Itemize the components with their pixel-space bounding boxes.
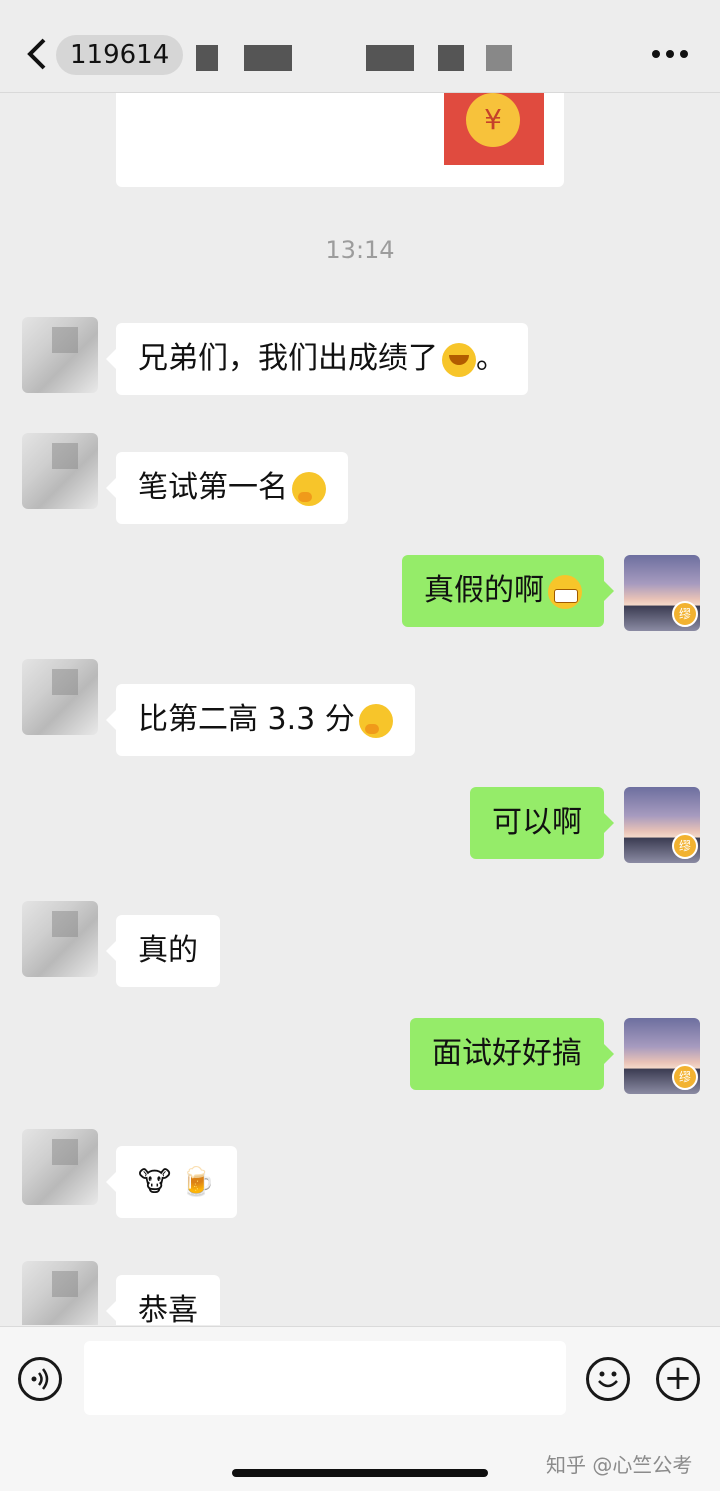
emoji-face-icon[interactable] <box>586 1357 630 1401</box>
message-text: 🐮 🍺 <box>138 1165 215 1198</box>
avatar[interactable] <box>22 433 98 509</box>
grin-emoji-icon <box>548 574 582 609</box>
redacted-title-block <box>486 45 512 71</box>
more-icon[interactable] <box>648 44 692 64</box>
message-bubble[interactable]: 可以啊 <box>470 787 614 859</box>
self-avatar[interactable]: 缪 <box>624 1018 700 1094</box>
red-packet-coin: ¥ <box>466 93 520 147</box>
message-bubble[interactable]: 真的 <box>106 915 220 987</box>
plus-icon[interactable]: + <box>656 1357 700 1401</box>
message-bubble[interactable]: 兄弟们，我们出成绩了 。 <box>106 323 528 395</box>
avatar[interactable] <box>22 317 98 393</box>
thinking-emoji-icon <box>292 471 326 506</box>
redacted-title-block <box>366 45 414 71</box>
self-avatar[interactable]: 缪 <box>624 787 700 863</box>
message-bubble[interactable]: 笔试第一名 <box>106 452 348 524</box>
message-text: 兄弟们，我们出成绩了 <box>138 341 438 376</box>
redacted-title-block <box>196 45 218 71</box>
avatar-badge: 缪 <box>672 833 698 859</box>
message-text: 笔试第一名 <box>138 470 288 505</box>
redacted-title-block <box>438 45 464 71</box>
message-bubble[interactable]: 比第二高 3.3 分 <box>106 684 415 756</box>
avatar-badge: 缪 <box>672 1064 698 1090</box>
avatar-badge: 缪 <box>672 601 698 627</box>
avatar[interactable] <box>22 901 98 977</box>
chat-header: 119614 <box>0 0 720 93</box>
voice-icon[interactable] <box>18 1357 62 1401</box>
redacted-title-block <box>244 45 292 71</box>
message-bubble[interactable]: 🐮 🍺 <box>106 1146 237 1218</box>
back-arrow-icon[interactable] <box>22 34 58 74</box>
thinking-emoji-icon <box>358 703 393 738</box>
avatar[interactable] <box>22 1261 98 1325</box>
chat-title[interactable]: 119614 <box>56 35 184 75</box>
message-bubble[interactable]: 面试好好搞 <box>410 1018 614 1090</box>
watermark: 知乎 @心竺公考 <box>546 1453 693 1477</box>
input-bar: + 知乎 @心竺公考 <box>0 1326 720 1491</box>
home-indicator[interactable] <box>232 1469 488 1477</box>
self-avatar[interactable]: 缪 <box>624 555 700 631</box>
laugh-cry-emoji-icon <box>442 342 476 377</box>
message-text: 真假的啊 <box>424 573 544 608</box>
avatar[interactable] <box>22 1129 98 1205</box>
message-text: 比第二高 3.3 分 <box>138 702 355 737</box>
chat-area[interactable]: ¥ 13:14 兄弟们，我们出成绩了 。 笔试第一名 真假的啊 缪 比第二高 3.… <box>0 93 720 1325</box>
message-text-tail: 。 <box>476 341 506 376</box>
message-text: 恭喜 <box>138 1293 198 1325</box>
message-bubble[interactable]: 恭喜 <box>106 1275 220 1325</box>
message-text: 可以啊 <box>492 805 582 840</box>
message-bubble[interactable]: 真假的啊 <box>402 555 614 627</box>
time-separator: 13:14 <box>325 236 395 264</box>
message-text: 面试好好搞 <box>432 1036 582 1071</box>
message-text: 真的 <box>138 933 198 968</box>
avatar[interactable] <box>22 659 98 735</box>
message-input[interactable] <box>84 1341 566 1415</box>
